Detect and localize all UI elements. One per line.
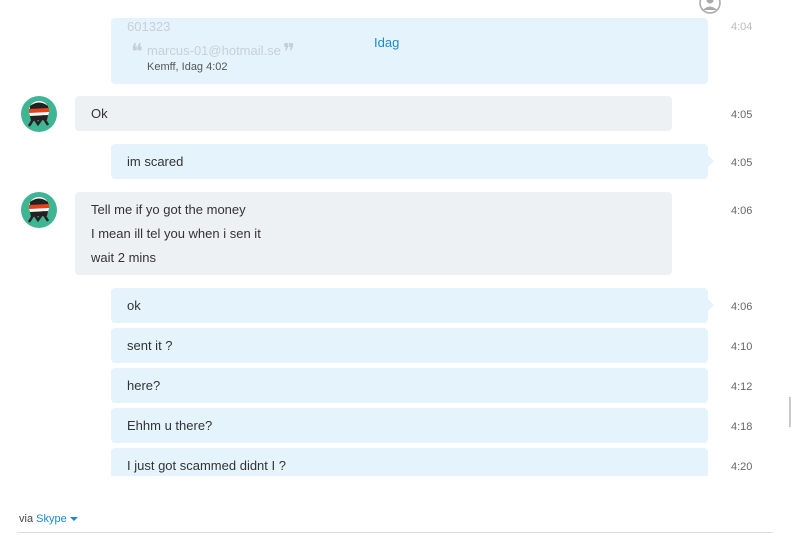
message-time: 4:20 <box>731 461 753 473</box>
message-time: 4:04 <box>731 21 753 33</box>
contact-avatar[interactable] <box>21 96 57 132</box>
message-bubble-outgoing[interactable]: sent it ? <box>111 328 708 363</box>
message-bubble-incoming[interactable]: Tell me if yo got the money I mean ill t… <box>75 192 672 275</box>
message-time: 4:06 <box>731 205 753 217</box>
message-text: Tell me if yo got the money <box>91 202 246 217</box>
service-dropdown[interactable]: Skype <box>36 513 78 525</box>
open-quote-icon: ❝ <box>131 40 143 65</box>
day-separator: Idag <box>374 35 400 50</box>
quoted-email: marcus-01@hotmail.se <box>147 43 281 58</box>
message-bubble-outgoing[interactable]: Ehhm u there? <box>111 408 708 443</box>
message-time: 4:12 <box>731 381 753 393</box>
message-bubble-outgoing[interactable]: im scared <box>111 144 714 179</box>
message-text: Ok <box>91 106 108 121</box>
message-text: I just got scammed didnt I ? <box>127 458 286 473</box>
message-bubble-outgoing[interactable]: I just got scammed didnt I ? <box>111 448 708 476</box>
message-time: 4:18 <box>731 421 753 433</box>
message-text: im scared <box>127 154 184 169</box>
message-time: 4:05 <box>731 157 753 169</box>
via-label: via <box>19 513 34 525</box>
quoted-text: 601323 <box>127 19 171 34</box>
message-bubble-incoming[interactable]: Ok <box>75 96 672 131</box>
message-text: Ehhm u there? <box>127 418 213 433</box>
service-name: Skype <box>36 513 67 525</box>
message-text: wait 2 mins <box>91 250 157 265</box>
user-status-icon[interactable] <box>698 0 722 18</box>
message-time: 4:06 <box>731 301 753 313</box>
close-quote-icon: ❞ <box>283 40 295 65</box>
caret-down-icon <box>69 517 78 522</box>
quoted-message-bubble[interactable]: 601323 ❝ marcus-01@hotmail.se ❞ Kemff, I… <box>111 18 708 84</box>
message-text: here? <box>127 378 161 393</box>
quote-meta: Kemff, Idag 4:02 <box>147 61 228 73</box>
message-bubble-outgoing[interactable]: here? <box>111 368 708 403</box>
ninja-avatar-icon <box>27 197 50 223</box>
message-bubble-outgoing[interactable]: ok <box>111 288 714 323</box>
ninja-avatar-icon <box>27 101 50 127</box>
via-service-selector: via Skype <box>19 513 78 525</box>
message-text: I mean ill tel you when i sen it <box>91 226 261 241</box>
conversation-area: 601323 ❝ marcus-01@hotmail.se ❞ Kemff, I… <box>0 0 791 476</box>
contact-avatar[interactable] <box>21 192 57 228</box>
message-text: sent it ? <box>127 338 173 353</box>
message-text: ok <box>127 298 141 313</box>
divider <box>17 532 773 533</box>
message-time: 4:05 <box>731 109 753 121</box>
message-time: 4:10 <box>731 341 753 353</box>
